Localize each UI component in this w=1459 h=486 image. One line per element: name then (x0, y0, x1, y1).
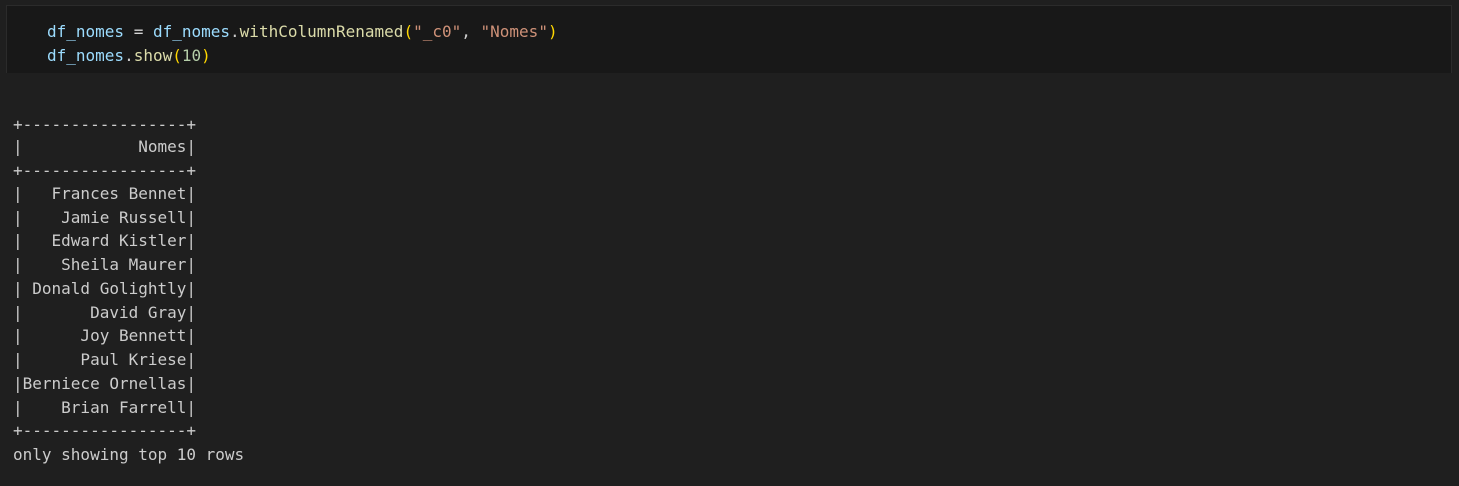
table-row: | Brian Farrell| (13, 398, 197, 417)
code-line-show[interactable]: df_nomes.show(10) (47, 44, 211, 67)
table-row: | Sheila Maurer| (13, 255, 197, 274)
code-token-number-arg: 10 (181, 46, 202, 65)
table-row: | Edward Kistler| (13, 231, 197, 250)
code-token-object: df_nomes (47, 46, 125, 65)
table-border-mid: +-----------------+ (13, 161, 197, 180)
code-token-paren-close: ) (547, 22, 558, 41)
table-row: |Berniece Ornellas| (13, 374, 197, 393)
table-row: | Joy Bennett| (13, 326, 197, 345)
code-token-method: show (133, 46, 173, 65)
table-border-bottom: +-----------------+ (13, 421, 197, 440)
code-token-string-arg2: "Nomes" (480, 22, 548, 41)
code-token-object: df_nomes (152, 22, 231, 41)
table-row: | Frances Bennet| (13, 184, 197, 203)
table-header: | Nomes| (13, 137, 197, 156)
code-token-dot: . (230, 22, 240, 41)
table-row: | Donald Golightly| (13, 279, 197, 298)
code-token-method: withColumnRenamed (239, 22, 404, 41)
table-row: | David Gray| (13, 303, 197, 322)
code-line-rename[interactable]: df_nomes = df_nomes.withColumnRenamed("_… (47, 20, 558, 43)
code-token-variable: df_nomes (47, 22, 125, 41)
output-footer-note: only showing top 10 rows (13, 445, 245, 464)
code-token-comma: , (461, 22, 481, 41)
code-token-string-arg1: "_c0" (413, 22, 462, 41)
code-token-operator: = (124, 22, 153, 41)
table-row: | Jamie Russell| (13, 208, 197, 227)
code-token-paren-open: ( (403, 22, 414, 41)
code-cell[interactable]: df_nomes = df_nomes.withColumnRenamed("_… (6, 5, 1452, 73)
code-token-paren-open: ( (172, 46, 182, 65)
table-row: | Paul Kriese| (13, 350, 197, 369)
code-token-dot: . (124, 46, 134, 65)
table-border-top: +-----------------+ (13, 115, 197, 134)
code-token-paren-close: ) (201, 46, 211, 65)
cell-output: +-----------------+ | Nomes| +----------… (0, 73, 1459, 486)
